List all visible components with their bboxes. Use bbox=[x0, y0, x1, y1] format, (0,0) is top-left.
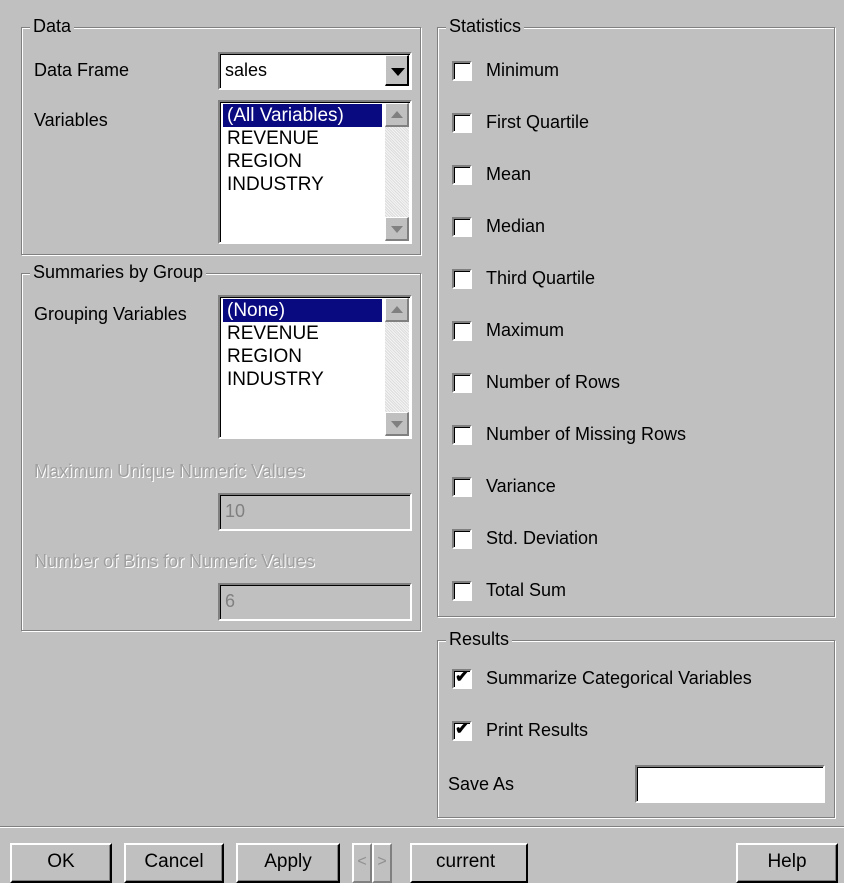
checkbox-box[interactable] bbox=[452, 581, 472, 601]
chevron-up-icon bbox=[391, 306, 403, 313]
data-group: Data Data Frame sales Variables (All Var… bbox=[21, 16, 421, 255]
checkbox-box[interactable]: ✔ bbox=[452, 719, 472, 741]
checkbox-box[interactable] bbox=[452, 373, 472, 393]
data-group-title: Data bbox=[30, 16, 75, 37]
data-frame-combo[interactable]: sales bbox=[218, 52, 412, 90]
statistic-label: Total Sum bbox=[486, 580, 567, 600]
scroll-up-button[interactable] bbox=[385, 298, 409, 322]
checkbox-box[interactable] bbox=[452, 321, 472, 341]
scroll-up-button[interactable] bbox=[385, 103, 409, 127]
statistic-label: Std. Deviation bbox=[486, 528, 599, 548]
checkbox-box[interactable] bbox=[452, 165, 472, 185]
current-indicator: current bbox=[410, 843, 528, 883]
data-frame-label: Data Frame bbox=[34, 60, 130, 80]
chevron-down-icon bbox=[391, 68, 405, 76]
save-as-field[interactable] bbox=[635, 765, 825, 803]
scroll-down-button[interactable] bbox=[385, 217, 409, 241]
statistic-label: Third Quartile bbox=[486, 268, 596, 288]
print-results-label: Print Results bbox=[486, 720, 589, 740]
results-group-title: Results bbox=[446, 629, 513, 650]
num-bins-value: 6 bbox=[225, 591, 236, 611]
grouping-variables-label: Grouping Variables bbox=[34, 304, 187, 324]
checkbox-box[interactable] bbox=[452, 217, 472, 237]
checkbox-box[interactable] bbox=[452, 477, 472, 497]
checkmark-icon: ✔ bbox=[455, 719, 470, 738]
variables-item[interactable]: REGION bbox=[223, 150, 382, 173]
data-frame-value: sales bbox=[225, 60, 268, 80]
scroll-down-button[interactable] bbox=[385, 412, 409, 436]
variables-item[interactable]: (All Variables) bbox=[223, 104, 382, 127]
grouping-variables-listbox[interactable]: (None) REVENUE REGION INDUSTRY bbox=[218, 295, 412, 439]
statistic-label: Number of Missing Rows bbox=[486, 424, 687, 444]
chevron-down-icon bbox=[391, 226, 403, 233]
max-unique-value: 10 bbox=[225, 501, 246, 521]
num-bins-field[interactable]: 6 bbox=[218, 583, 412, 621]
statistic-label: First Quartile bbox=[486, 112, 590, 132]
results-group: Results ✔ Summarize Categorical Variable… bbox=[437, 629, 835, 818]
chevron-up-icon bbox=[391, 111, 403, 118]
statistic-label: Number of Rows bbox=[486, 372, 621, 392]
checkbox-box[interactable] bbox=[452, 61, 472, 81]
variables-scrollbar[interactable] bbox=[385, 103, 409, 241]
num-bins-label: Number of Bins for Numeric Values bbox=[34, 551, 315, 571]
variables-listbox[interactable]: (All Variables) REVENUE REGION INDUSTRY bbox=[218, 100, 412, 244]
statistic-label: Minimum bbox=[486, 60, 560, 80]
statistic-label: Variance bbox=[486, 476, 556, 496]
checkbox-box[interactable]: ✔ bbox=[452, 667, 472, 689]
variables-item[interactable]: INDUSTRY bbox=[223, 173, 382, 196]
variables-item[interactable]: REVENUE bbox=[223, 127, 382, 150]
summaries-group-title: Summaries by Group bbox=[30, 262, 207, 283]
statistic-label: Mean bbox=[486, 164, 532, 184]
previous-button[interactable]: < bbox=[352, 843, 372, 883]
help-button[interactable]: Help bbox=[736, 843, 838, 883]
data-frame-dropdown-button[interactable] bbox=[385, 55, 409, 86]
statistics-group: Statistics Minimum First Quartile Mean Medi… bbox=[437, 16, 835, 617]
apply-button[interactable]: Apply bbox=[236, 843, 340, 883]
chevron-down-icon bbox=[391, 421, 403, 428]
checkmark-icon: ✔ bbox=[455, 667, 470, 686]
max-unique-field[interactable]: 10 bbox=[218, 493, 412, 531]
button-bar: OK Cancel Apply < > current Help bbox=[0, 826, 844, 883]
checkbox-box[interactable] bbox=[452, 529, 472, 549]
cancel-button[interactable]: Cancel bbox=[124, 843, 224, 883]
ok-button[interactable]: OK bbox=[10, 843, 112, 883]
statistic-label: Maximum bbox=[486, 320, 565, 340]
max-unique-label: Maximum Unique Numeric Values bbox=[34, 461, 305, 481]
grouping-item[interactable]: INDUSTRY bbox=[223, 368, 382, 391]
summarize-categorical-label: Summarize Categorical Variables bbox=[486, 668, 752, 688]
checkbox-box[interactable] bbox=[452, 269, 472, 289]
variables-label: Variables bbox=[34, 110, 108, 130]
grouping-item[interactable]: REGION bbox=[223, 345, 382, 368]
grouping-item[interactable]: (None) bbox=[223, 299, 382, 322]
save-as-label: Save As bbox=[448, 774, 515, 794]
statistic-label: Median bbox=[486, 216, 546, 236]
summaries-by-group: Summaries by Group Grouping Variables (N… bbox=[21, 262, 421, 631]
grouping-scrollbar[interactable] bbox=[385, 298, 409, 436]
statistics-group-title: Statistics bbox=[446, 16, 525, 37]
checkbox-box[interactable] bbox=[452, 425, 472, 445]
grouping-item[interactable]: REVENUE bbox=[223, 322, 382, 345]
next-button[interactable]: > bbox=[372, 843, 392, 883]
checkbox-box[interactable] bbox=[452, 113, 472, 133]
